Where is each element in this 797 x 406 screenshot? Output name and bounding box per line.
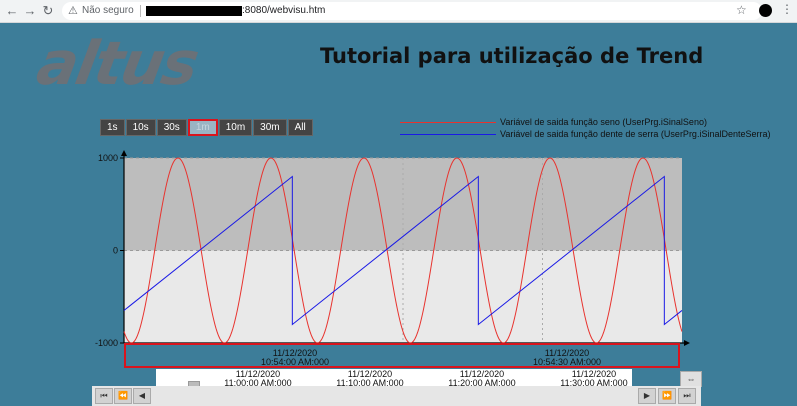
legend-label: Variável de saida função seno (UserPrg.i… bbox=[500, 117, 707, 127]
y-tick-label: -1000 bbox=[95, 338, 118, 348]
time-axis-label: 11/12/2020 10:54:30 AM:000 bbox=[522, 349, 612, 367]
y-tick-label: 0 bbox=[113, 246, 118, 256]
profile-avatar[interactable] bbox=[759, 4, 772, 17]
legend-swatch bbox=[400, 133, 496, 135]
range-button-1s[interactable]: 1s bbox=[100, 119, 125, 136]
first-button[interactable]: ⏮ bbox=[95, 388, 113, 404]
browser-toolbar: ← → ↻ ⚠ Não seguro :8080/webvisu.htm ☆ ⋮ bbox=[0, 0, 797, 23]
time-axis-time: 10:54:30 AM:000 bbox=[532, 357, 602, 367]
time-range-selector: 1s 10s 30s 1m 10m 30m All bbox=[100, 119, 314, 136]
trend-chart[interactable]: 1000 0 -1000 bbox=[92, 148, 692, 348]
x-axis-arrow bbox=[684, 340, 690, 346]
time-axis: 11/12/2020 10:54:00 AM:000 11/12/2020 10… bbox=[124, 343, 680, 368]
time-axis-label: 11/12/2020 10:54:00 AM:000 bbox=[250, 349, 340, 367]
last-button[interactable]: ⏭ bbox=[678, 388, 696, 404]
range-button-30m[interactable]: 30m bbox=[253, 119, 287, 136]
time-axis-time: 10:54:00 AM:000 bbox=[260, 357, 330, 367]
back-icon[interactable]: ← bbox=[4, 3, 20, 19]
altus-logo: altus bbox=[31, 29, 203, 99]
next-button[interactable]: ▶ bbox=[638, 388, 656, 404]
forward-icon[interactable]: → bbox=[22, 3, 38, 19]
reload-icon[interactable]: ↻ bbox=[40, 3, 56, 19]
legend-entry: Variável de saida função dente de serra … bbox=[400, 128, 770, 140]
y-axis-arrow bbox=[121, 150, 127, 156]
zoom-fit-button[interactable]: ⇔ bbox=[680, 371, 702, 387]
address-bar[interactable]: ⚠ Não seguro :8080/webvisu.htm bbox=[62, 2, 762, 20]
legend-entry: Variável de saida função seno (UserPrg.i… bbox=[400, 116, 770, 128]
bookmark-star-icon[interactable]: ☆ bbox=[736, 3, 747, 17]
security-label: Não seguro bbox=[82, 5, 134, 16]
prev-button[interactable]: ◀ bbox=[133, 388, 151, 404]
next-page-button[interactable]: ⏩ bbox=[658, 388, 676, 404]
warning-icon[interactable]: ⚠ bbox=[68, 4, 78, 17]
chart-legend: Variável de saida função seno (UserPrg.i… bbox=[400, 116, 770, 140]
y-tick-label: 1000 bbox=[98, 153, 118, 163]
range-button-all[interactable]: All bbox=[287, 119, 313, 136]
legend-swatch bbox=[400, 121, 496, 123]
page-title: Tutorial para utilização de Trend bbox=[320, 44, 704, 68]
prev-page-button[interactable]: ⏪ bbox=[114, 388, 132, 404]
address-separator bbox=[140, 5, 141, 17]
url-text: :8080/webvisu.htm bbox=[242, 5, 326, 16]
range-button-10s[interactable]: 10s bbox=[125, 119, 156, 136]
range-button-10m[interactable]: 10m bbox=[218, 119, 253, 136]
range-button-1m[interactable]: 1m bbox=[187, 119, 218, 136]
navigation-bar: ⏮ ⏪ ◀ ▶ ⏩ ⏭ bbox=[92, 386, 701, 406]
legend-label: Variável de saida função dente de serra … bbox=[500, 129, 771, 139]
redacted-host bbox=[146, 6, 242, 16]
range-button-30s[interactable]: 30s bbox=[156, 119, 187, 136]
menu-icon[interactable]: ⋮ bbox=[781, 2, 793, 16]
